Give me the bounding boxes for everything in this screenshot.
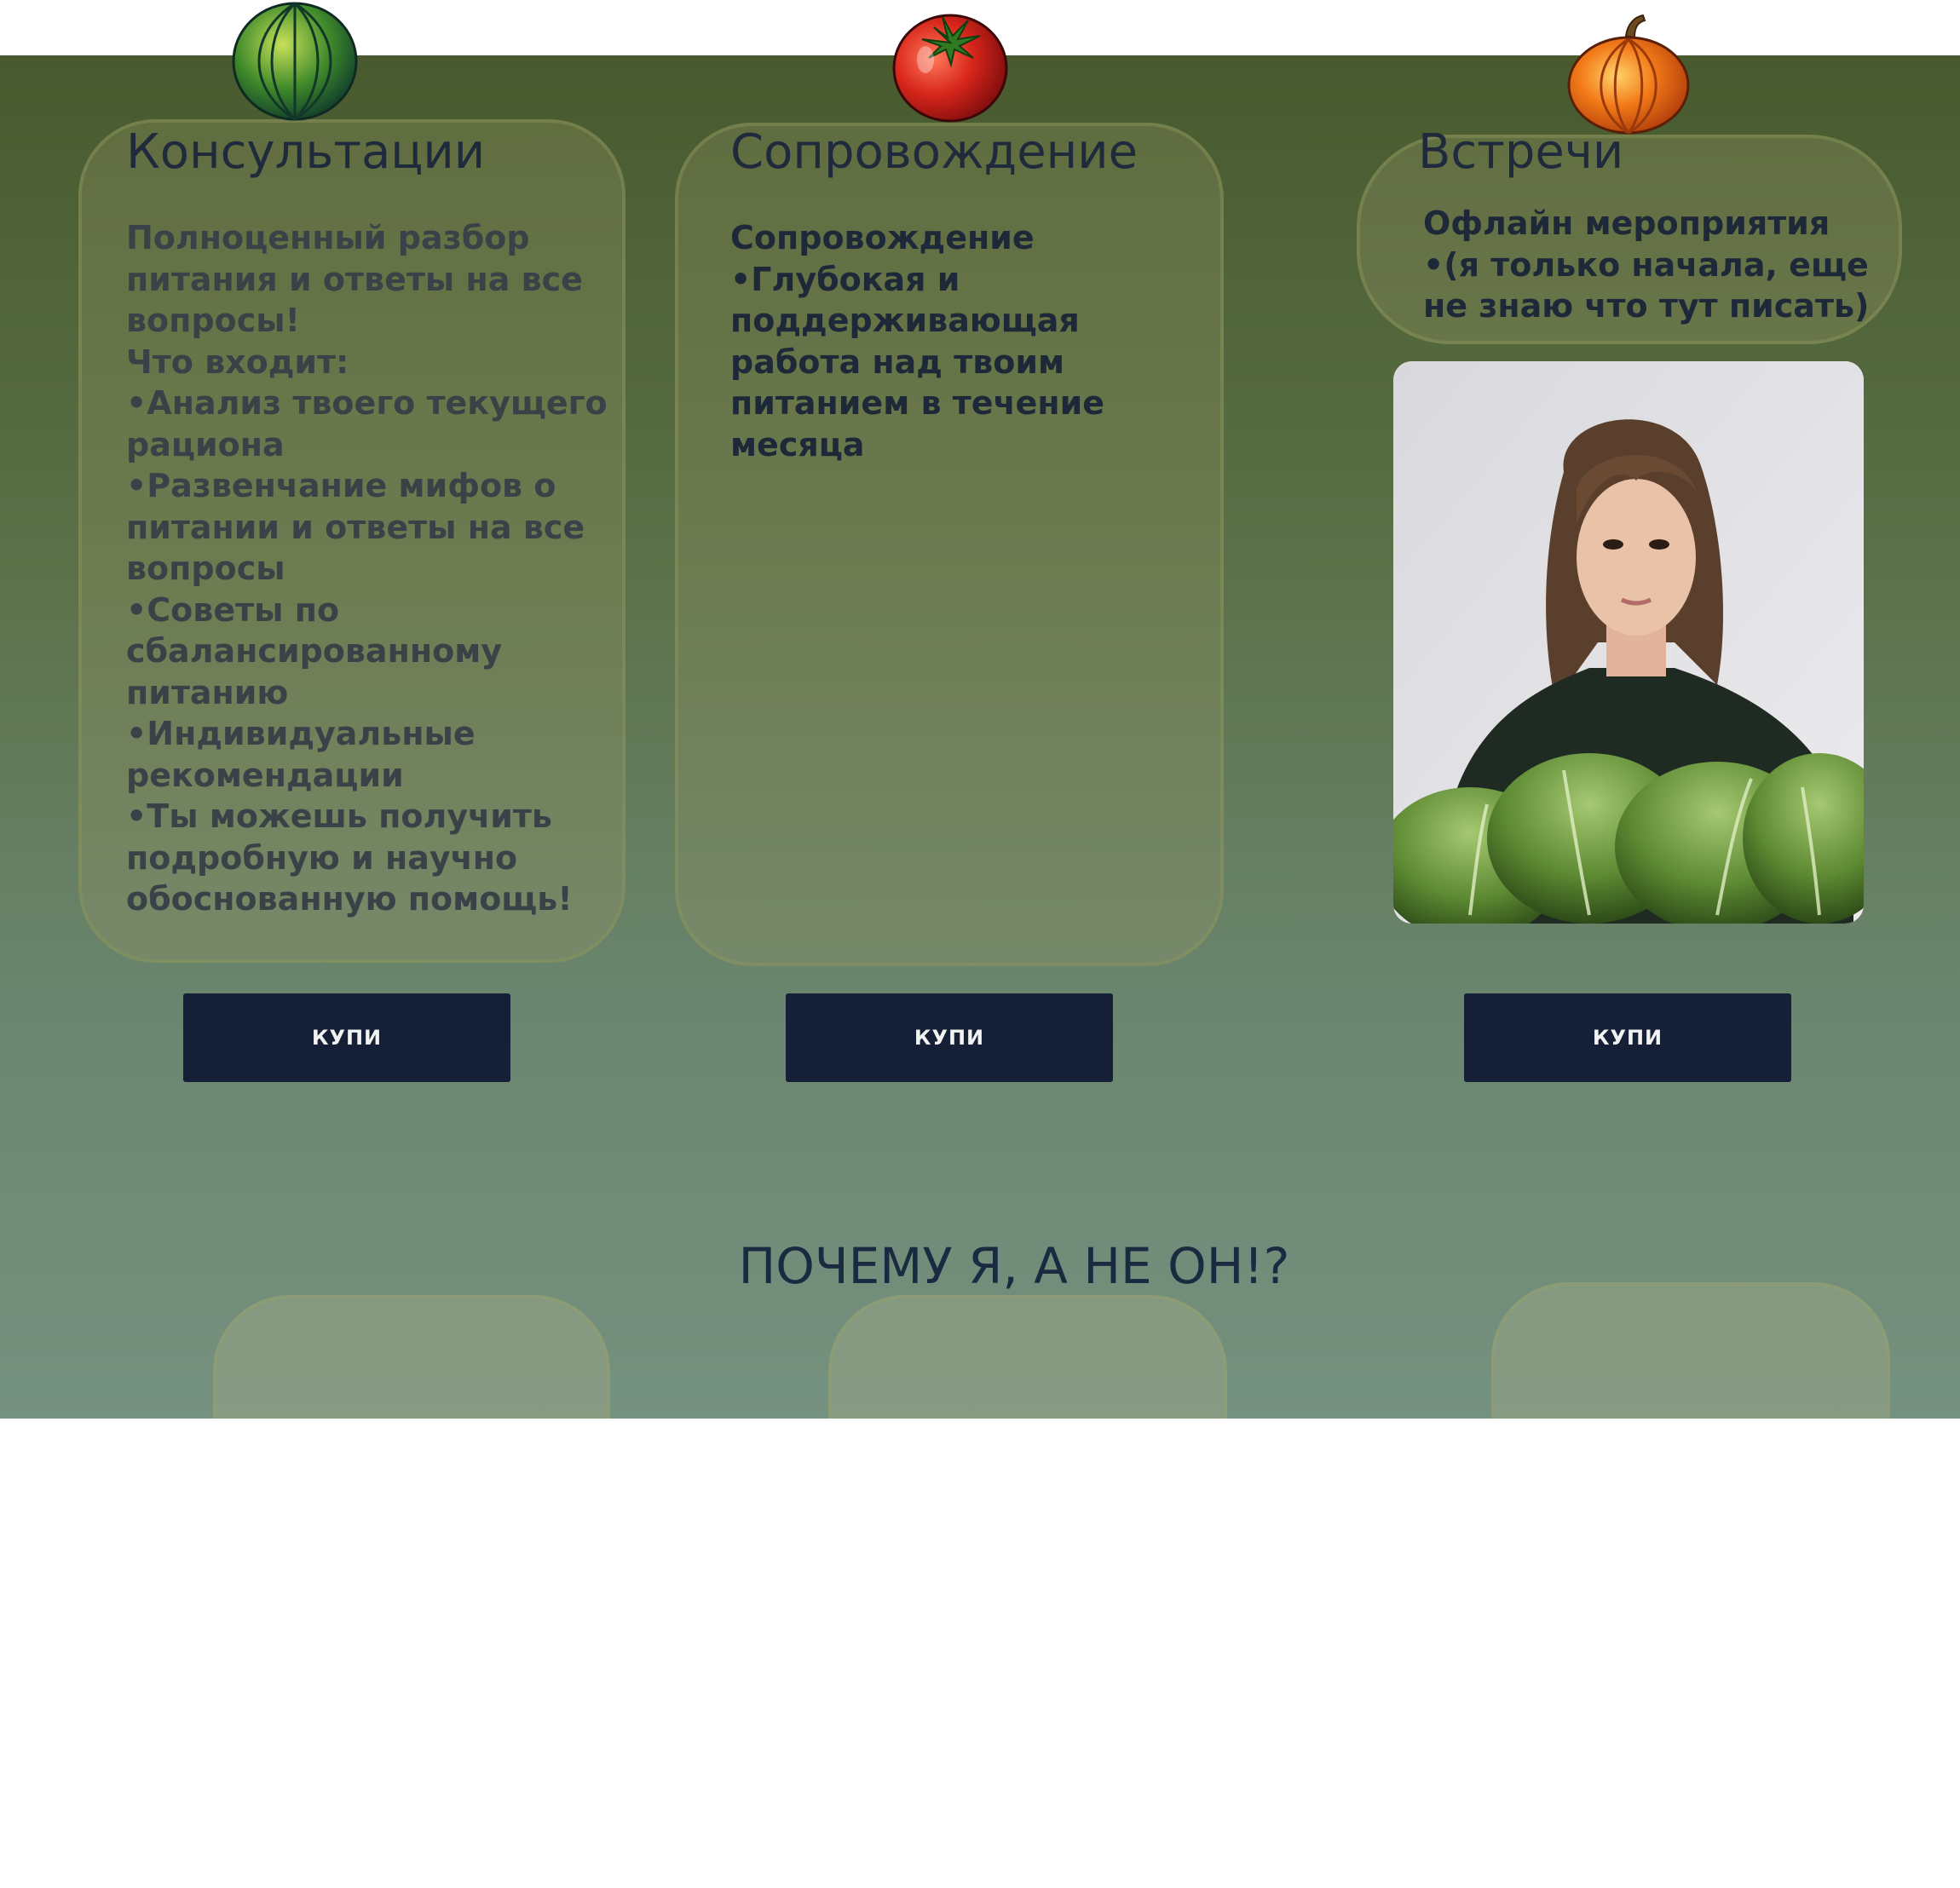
- card-line: Полноценный разбор: [126, 219, 530, 256]
- pumpkin-icon: [1567, 14, 1690, 135]
- card-line: рациона: [126, 425, 285, 463]
- card-line: не знаю что тут писать): [1423, 287, 1870, 325]
- card-line: •Индивидуальные: [126, 715, 476, 752]
- card-line: обоснованную помощь!: [126, 880, 573, 918]
- buy-button-meetings[interactable]: КУПИ: [1464, 993, 1791, 1082]
- buy-button-support[interactable]: КУПИ: [786, 993, 1113, 1082]
- card-line: питании и ответы на все: [126, 508, 585, 546]
- card-line: Сопровождение: [730, 219, 1035, 256]
- card-text-meetings: Офлайн мероприятия •(я только начала, ещ…: [1423, 203, 1869, 327]
- card-line: •Ты можешь получить: [126, 797, 552, 835]
- author-photo-image: [1393, 361, 1864, 924]
- card-line: •Развенчание мифов о: [126, 467, 556, 504]
- card-text-support: Сопровождение •Глубокая и поддерживающая…: [730, 217, 1104, 465]
- card-line: питания и ответы на все: [126, 260, 583, 298]
- card-line: вопросы: [126, 550, 285, 587]
- card-line: Что входит:: [126, 342, 349, 381]
- author-photo: [1393, 361, 1864, 924]
- card-line: •Глубокая и: [730, 260, 960, 298]
- card-line: рекомендации: [126, 756, 404, 794]
- card-title-support: Сопровождение: [730, 124, 1139, 180]
- why-card: [828, 1295, 1227, 1419]
- card-line: вопросы!: [126, 302, 300, 339]
- buy-button-consultations[interactable]: КУПИ: [183, 993, 510, 1082]
- card-line: месяца: [730, 425, 865, 463]
- why-card: [213, 1295, 610, 1419]
- card-line: Офлайн мероприятия: [1423, 204, 1830, 242]
- card-line: работа над твоим: [730, 342, 1065, 381]
- card-text-consultations: Полноценный разбор питания и ответы на в…: [126, 217, 608, 920]
- card-title-consultations: Консультации: [126, 124, 486, 180]
- melon-icon: [232, 2, 358, 121]
- card-line: •(я только начала, еще: [1423, 245, 1869, 284]
- tomato-icon: [892, 14, 1008, 123]
- card-line: питанию: [126, 673, 289, 711]
- why-card: [1491, 1282, 1890, 1419]
- card-line: питанием в течение: [730, 384, 1105, 422]
- card-line: •Анализ твоего текущего: [126, 384, 608, 422]
- card-line: поддерживающая: [730, 302, 1080, 339]
- card-line: сбалансированному: [126, 632, 503, 670]
- card-title-meetings: Встречи: [1418, 124, 1624, 180]
- card-line: подробную и научно: [126, 838, 518, 877]
- card-line: •Советы по: [126, 590, 340, 629]
